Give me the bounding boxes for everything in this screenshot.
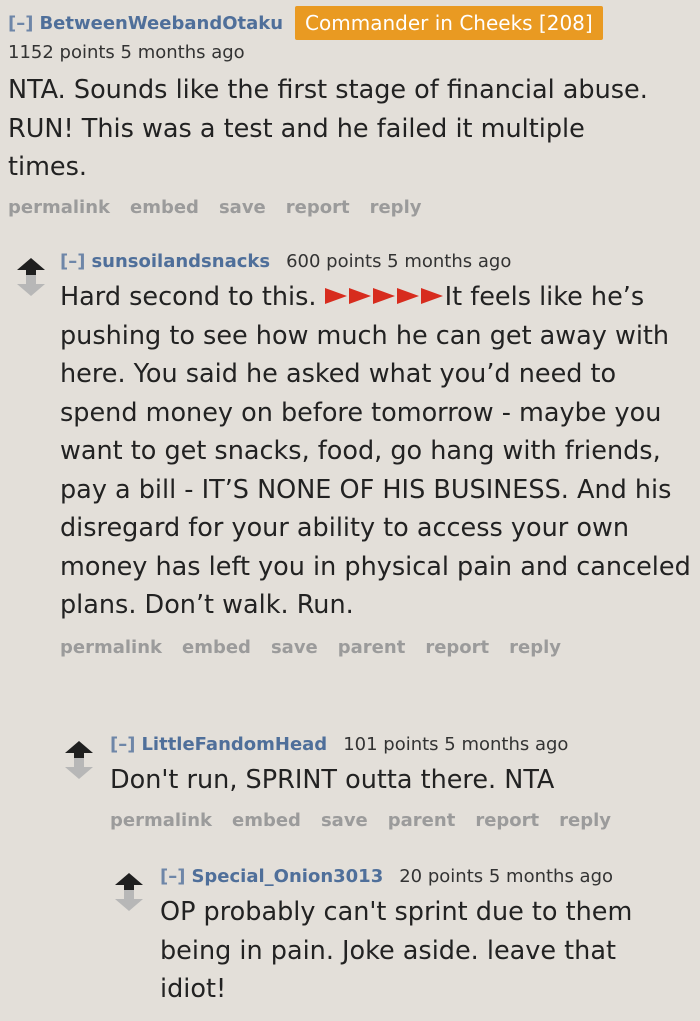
comment-body: NTA. Sounds like the first stage of fina…: [8, 75, 648, 182]
red-flag-icon: [348, 288, 371, 304]
comment-body-rest: It feels like he’s pushing to see how mu…: [60, 282, 691, 620]
embed-button[interactable]: embed: [130, 197, 199, 218]
user-flair: Commander in Cheeks [208]: [295, 6, 603, 40]
comment-meta: 600 points 5 months ago: [286, 251, 512, 272]
author-link[interactable]: sunsoilandsnacks: [91, 251, 270, 272]
vote-controls: [64, 741, 94, 779]
reply-button[interactable]: reply: [370, 197, 422, 218]
reply-button[interactable]: reply: [509, 637, 561, 658]
vote-controls: [114, 873, 144, 911]
downvote-arrow-icon[interactable]: [115, 890, 143, 911]
red-flag-icon: [372, 288, 395, 304]
comment-3: [–] LittleFandomHead 101 points 5 months…: [110, 734, 700, 831]
comment-2: [–] sunsoilandsnacks 600 points 5 months…: [60, 251, 700, 658]
comment-body: OP probably can't sprint due to them bei…: [160, 897, 633, 1004]
comment-meta: 101 points 5 months ago: [343, 734, 569, 755]
save-button[interactable]: save: [271, 637, 318, 658]
comment-actions: permalink embed save parent report reply: [110, 810, 700, 831]
red-flag-icon: [324, 288, 347, 304]
permalink-button[interactable]: permalink: [60, 637, 162, 658]
comment-2-tagline: [–] sunsoilandsnacks 600 points 5 months…: [60, 251, 700, 272]
embed-button[interactable]: embed: [232, 810, 301, 831]
collapse-toggle[interactable]: [–]: [160, 866, 185, 887]
downvote-arrow-icon[interactable]: [17, 275, 45, 296]
comment-meta: 20 points 5 months ago: [399, 866, 614, 887]
red-flag-icon: [420, 288, 443, 304]
comment-body: Don't run, SPRINT outta there. NTA: [110, 765, 555, 795]
report-button[interactable]: report: [286, 197, 350, 218]
comment-body-start: Hard second to this.: [60, 282, 325, 312]
upvote-arrow-icon[interactable]: [65, 741, 93, 762]
author-link[interactable]: Special_Onion3013: [191, 866, 383, 887]
comment-body: Hard second to this. It feels like he’s …: [60, 278, 700, 625]
embed-button[interactable]: embed: [182, 637, 251, 658]
comment-4-tagline: [–] Special_Onion3013 20 points 5 months…: [160, 866, 700, 887]
vote-controls: [16, 258, 46, 296]
comment-3-tagline: [–] LittleFandomHead 101 points 5 months…: [110, 734, 700, 755]
comment-actions: permalink embed save report reply: [8, 197, 700, 218]
parent-button[interactable]: parent: [388, 810, 456, 831]
report-button[interactable]: report: [475, 810, 539, 831]
author-link[interactable]: BetweenWeebandOtaku: [39, 13, 283, 34]
red-flag-icons: [324, 282, 445, 312]
comment-meta: 1152 points 5 months ago: [8, 42, 245, 63]
comment-4: [–] Special_Onion3013 20 points 5 months…: [160, 866, 700, 1009]
save-button[interactable]: save: [321, 810, 368, 831]
author-link[interactable]: LittleFandomHead: [141, 734, 327, 755]
save-button[interactable]: save: [219, 197, 266, 218]
comment-1-tagline: [–] BetweenWeebandOtaku Commander in Che…: [8, 6, 700, 40]
permalink-button[interactable]: permalink: [110, 810, 212, 831]
collapse-toggle[interactable]: [–]: [110, 734, 135, 755]
red-flag-icon: [396, 288, 419, 304]
downvote-arrow-icon[interactable]: [65, 758, 93, 779]
comment-actions: permalink embed save parent report reply: [60, 637, 700, 658]
collapse-toggle[interactable]: [–]: [60, 251, 85, 272]
reply-button[interactable]: reply: [559, 810, 611, 831]
permalink-button[interactable]: permalink: [8, 197, 110, 218]
report-button[interactable]: report: [425, 637, 489, 658]
upvote-arrow-icon[interactable]: [17, 258, 45, 279]
comment-1: [–] BetweenWeebandOtaku Commander in Che…: [8, 6, 700, 218]
parent-button[interactable]: parent: [338, 637, 406, 658]
collapse-toggle[interactable]: [–]: [8, 13, 33, 34]
upvote-arrow-icon[interactable]: [115, 873, 143, 894]
